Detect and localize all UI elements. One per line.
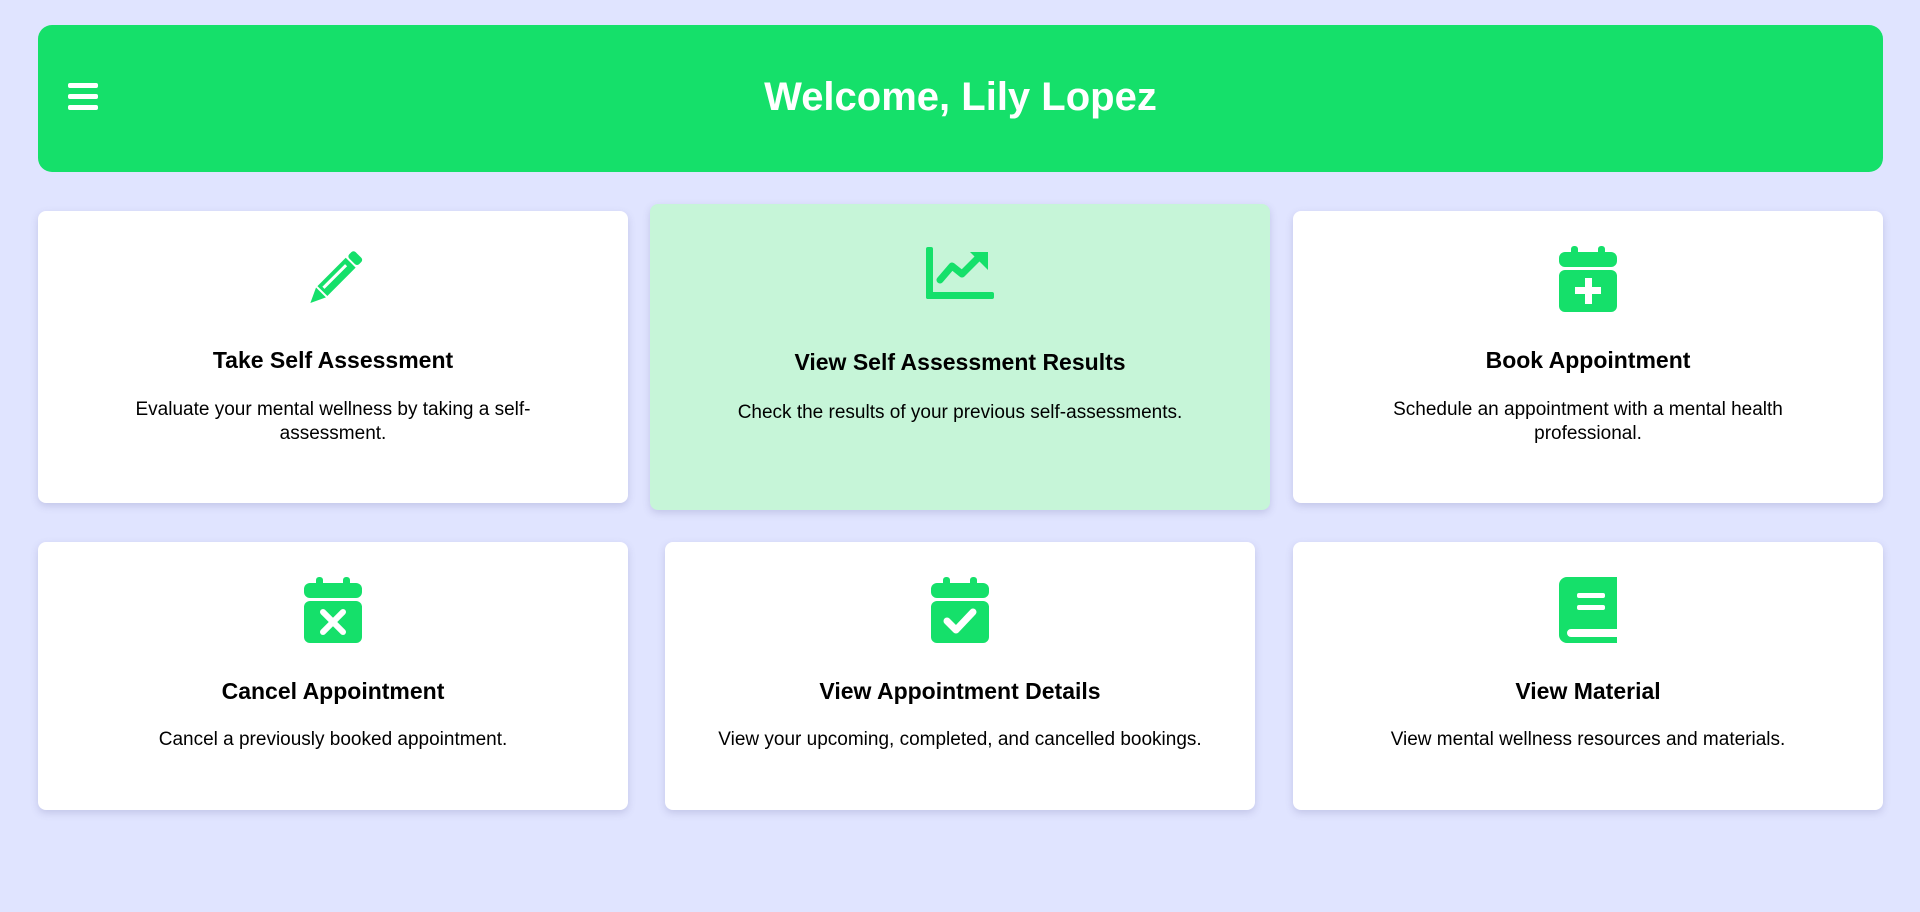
card-title: View Material	[1515, 678, 1661, 704]
calendar-check-icon	[931, 577, 989, 643]
card-title: Book Appointment	[1485, 347, 1691, 373]
calendar-xmark-icon	[304, 577, 362, 643]
card-description: Evaluate your mental wellness by taking …	[135, 399, 531, 444]
card-description: Schedule an appointment with a mental he…	[1393, 399, 1783, 444]
view-appointment-details-card[interactable]: View Appointment Details View your upcom…	[665, 542, 1255, 810]
take-self-assessment-card[interactable]: Take Self Assessment Evaluate your menta…	[38, 211, 628, 503]
view-material-card[interactable]: View Material View mental wellness resou…	[1293, 542, 1883, 810]
chart-line-icon	[926, 247, 994, 299]
welcome-header: Welcome, Lily Lopez	[38, 25, 1883, 172]
card-description: Check the results of your previous self-…	[737, 402, 1183, 423]
book-appointment-card[interactable]: Book Appointment Schedule an appointment…	[1293, 211, 1883, 503]
view-self-assessment-results-card[interactable]: View Self Assessment Results Check the r…	[650, 204, 1270, 510]
book-icon	[1559, 577, 1617, 643]
pencil-icon	[300, 246, 366, 312]
card-title: Take Self Assessment	[212, 347, 454, 373]
card-title: View Self Assessment Results	[794, 349, 1126, 375]
card-title: Cancel Appointment	[221, 678, 445, 704]
cancel-appointment-card[interactable]: Cancel Appointment Cancel a previously b…	[38, 542, 628, 810]
card-description: Cancel a previously booked appointment.	[158, 729, 508, 750]
card-title: View Appointment Details	[819, 678, 1101, 704]
calendar-plus-icon	[1559, 246, 1617, 312]
card-description: View your upcoming, completed, and cance…	[718, 729, 1202, 750]
card-description: View mental wellness resources and mater…	[1390, 729, 1786, 750]
page-title: Welcome, Lily Lopez	[764, 75, 1157, 119]
